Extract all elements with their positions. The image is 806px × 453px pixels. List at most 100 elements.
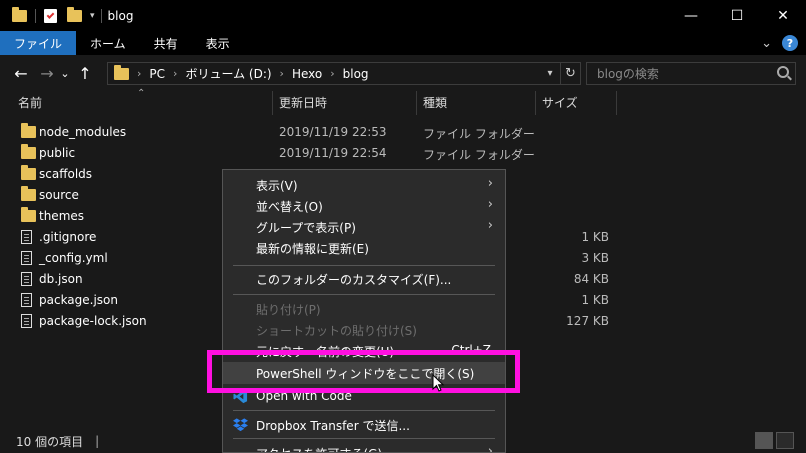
- breadcrumb-hexo[interactable]: Hexo: [292, 67, 322, 81]
- menu-item-label: 表示(V): [256, 179, 298, 193]
- breadcrumb-pc[interactable]: PC: [149, 67, 165, 81]
- menu-separator: [233, 438, 495, 439]
- search-box[interactable]: blogの検索: [586, 62, 796, 85]
- submenu-arrow-icon: ›: [487, 444, 493, 453]
- file-name: public: [39, 146, 76, 160]
- file-name: node_modules: [39, 125, 127, 139]
- ribbon-tabs: ファイル ホーム 共有 表示 ⌄ ?: [0, 31, 806, 55]
- breadcrumb-separator: ›: [173, 67, 178, 80]
- file-name: db.json: [39, 272, 83, 286]
- title-divider-2: [100, 8, 102, 23]
- menu-item-label: 最新の情報に更新(E): [256, 242, 369, 256]
- menu-item-label: Dropbox Transfer で送信...: [256, 419, 410, 433]
- tab-share[interactable]: 共有: [140, 31, 192, 55]
- ribbon-right: ⌄ ?: [761, 31, 798, 55]
- up-button[interactable]: ↑: [74, 64, 96, 83]
- refresh-icon[interactable]: ↻: [560, 63, 580, 84]
- dropbox-icon: [233, 418, 248, 432]
- minimize-button[interactable]: —: [668, 0, 714, 31]
- file-size: 1 KB: [581, 230, 609, 244]
- sort-ascending-icon: ⌃: [137, 88, 146, 99]
- navigation-bar: ← → ⌄ ↑ › PC › ボリューム (D:) › Hexo › blog …: [0, 55, 806, 91]
- tab-home[interactable]: ホーム: [76, 31, 140, 55]
- menu-item-view[interactable]: 表示(V) ›: [223, 174, 505, 195]
- file-name: package.json: [39, 293, 119, 307]
- details-view-button[interactable]: [755, 432, 773, 449]
- column-divider[interactable]: [616, 91, 617, 115]
- column-size[interactable]: サイズ: [536, 91, 578, 115]
- tab-view[interactable]: 表示: [192, 31, 244, 55]
- list-item[interactable]: public 2019/11/19 22:54 ファイル フォルダー: [0, 143, 620, 164]
- submenu-arrow-icon: ›: [487, 197, 493, 212]
- title-divider: [35, 8, 36, 23]
- file-icon: [21, 272, 32, 286]
- file-name: source: [39, 188, 79, 202]
- menu-item-customize-folder[interactable]: このフォルダーのカスタマイズ(F)...: [223, 268, 505, 289]
- menu-item-label: 貼り付け(P): [256, 303, 321, 317]
- new-folder-icon[interactable]: [67, 6, 82, 22]
- list-item[interactable]: node_modules 2019/11/19 22:53 ファイル フォルダー: [0, 122, 620, 143]
- search-placeholder: blogの検索: [597, 67, 659, 81]
- context-menu: 表示(V) › 並べ替え(O) › グループで表示(P) › 最新の情報に更新(…: [222, 169, 506, 453]
- recent-locations-button[interactable]: ⌄: [58, 67, 72, 80]
- breadcrumb-volume[interactable]: ボリューム (D:): [185, 65, 271, 82]
- column-type[interactable]: 種類: [417, 91, 447, 115]
- breadcrumb-separator: ›: [279, 67, 284, 80]
- address-bar[interactable]: › PC › ボリューム (D:) › Hexo › blog ▾ ↻: [107, 62, 581, 85]
- close-button[interactable]: ✕: [760, 0, 806, 31]
- breadcrumb-blog[interactable]: blog: [343, 67, 369, 81]
- menu-separator: [233, 265, 495, 266]
- forward-button[interactable]: →: [36, 64, 58, 83]
- breadcrumb-separator: ›: [137, 67, 142, 80]
- expand-ribbon-icon[interactable]: ⌄: [761, 36, 772, 51]
- item-count: 10 個の項目: [16, 434, 84, 449]
- address-dropdown-icon[interactable]: ▾: [540, 68, 560, 79]
- file-type: ファイル フォルダー: [423, 127, 535, 141]
- quick-access-dropdown-icon[interactable]: ▾: [90, 11, 95, 21]
- file-name: themes: [39, 209, 85, 223]
- menu-item-label: グループで表示(P): [256, 221, 356, 235]
- file-icon: [21, 230, 32, 244]
- file-name: scaffolds: [39, 167, 93, 181]
- menu-item-group-by[interactable]: グループで表示(P) ›: [223, 216, 505, 237]
- properties-icon[interactable]: [44, 8, 57, 23]
- folder-icon: [21, 123, 36, 138]
- back-button[interactable]: ←: [10, 64, 32, 83]
- help-icon[interactable]: ?: [782, 35, 798, 51]
- mouse-cursor-icon: [432, 374, 445, 392]
- menu-item-sort[interactable]: 並べ替え(O) ›: [223, 195, 505, 216]
- file-size: 84 KB: [573, 272, 609, 286]
- status-divider: |: [95, 434, 100, 448]
- large-icons-view-button[interactable]: [776, 432, 794, 449]
- menu-separator: [233, 294, 495, 295]
- folder-icon: [114, 64, 129, 80]
- window-controls: — ☐ ✕: [668, 0, 806, 31]
- menu-item-label: アクセスを許可する(G): [256, 445, 382, 452]
- column-modified[interactable]: 更新日時: [273, 91, 327, 115]
- breadcrumb-separator: ›: [330, 67, 335, 80]
- folder-icon: [21, 186, 36, 201]
- maximize-button[interactable]: ☐: [714, 0, 760, 31]
- file-name: package-lock.json: [39, 314, 147, 328]
- file-name: _config.yml: [39, 251, 108, 265]
- window-title: blog: [107, 8, 134, 23]
- search-icon: [777, 66, 789, 78]
- address-controls: ▾ ↻: [540, 63, 580, 84]
- file-name: .gitignore: [39, 230, 97, 244]
- menu-item-give-access[interactable]: アクセスを許可する(G) ›: [223, 442, 505, 453]
- highlight-annotation: [207, 350, 520, 393]
- title-bar: ▾ blog — ☐ ✕: [0, 0, 806, 31]
- column-name[interactable]: 名前: [12, 91, 42, 115]
- file-icon: [21, 314, 32, 328]
- file-icon: [21, 251, 32, 265]
- folder-icon: [21, 207, 36, 222]
- menu-item-dropbox-transfer[interactable]: Dropbox Transfer で送信...: [223, 414, 505, 435]
- column-headers: ⌃ 名前 更新日時 種類 サイズ: [0, 88, 806, 115]
- view-toggle: [755, 432, 794, 449]
- file-icon: [21, 293, 32, 307]
- submenu-arrow-icon: ›: [487, 218, 493, 233]
- menu-item-refresh[interactable]: 最新の情報に更新(E): [223, 237, 505, 258]
- file-date: 2019/11/19 22:53: [279, 125, 387, 139]
- submenu-arrow-icon: ›: [487, 176, 493, 191]
- tab-file[interactable]: ファイル: [0, 31, 77, 55]
